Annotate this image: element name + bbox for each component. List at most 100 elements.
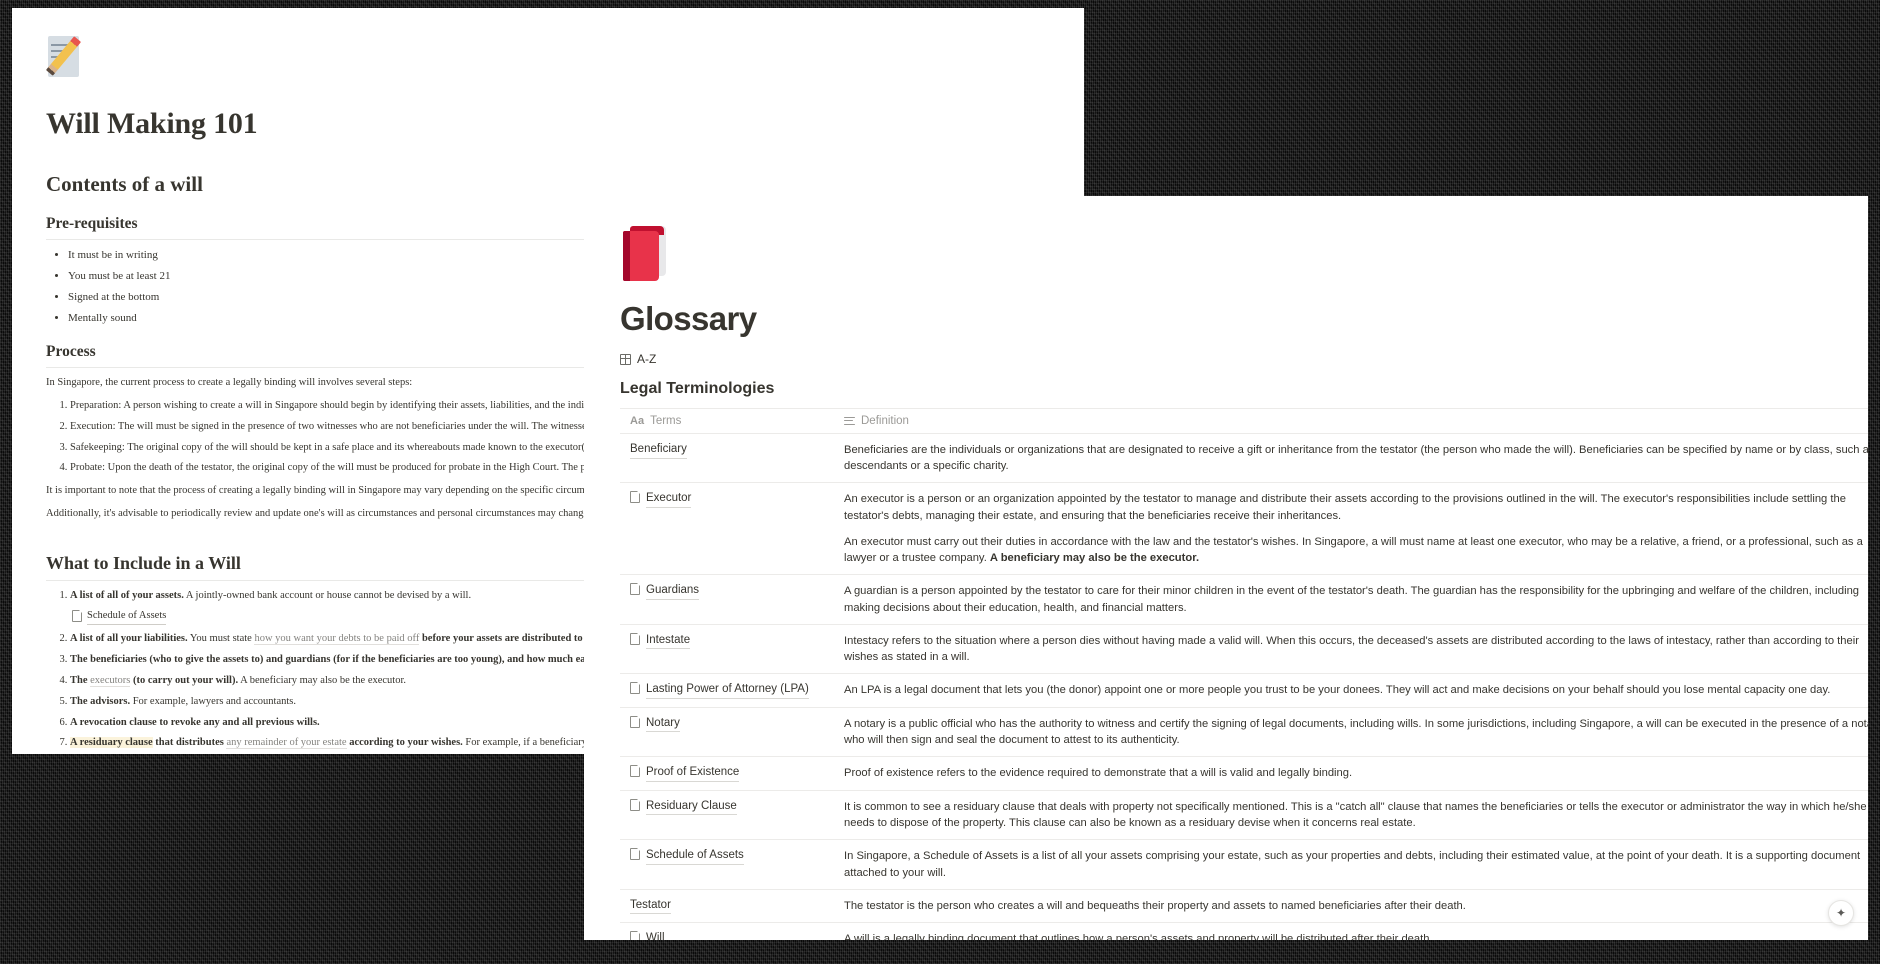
term-cell[interactable]: Proof of Existence [620, 756, 834, 791]
definition-paragraph: The testator is the person who creates a… [844, 899, 1466, 912]
page-icon [630, 715, 640, 728]
heading-contents-of-a-will: Contents of a will [46, 172, 203, 196]
term-label: Guardians [646, 583, 700, 600]
inline-link-debts[interactable]: how you want your debts to be paid off [254, 633, 420, 646]
item-highlight: A residuary clause [70, 737, 153, 749]
term-label: Notary [646, 716, 680, 733]
term-cell[interactable]: Notary [620, 707, 834, 758]
term-label: Lasting Power of Attorney (LPA) [646, 682, 809, 699]
glossary-table: Aa Terms Definition Beneficiary Benefici… [620, 408, 1868, 940]
closed-book-icon[interactable] [620, 222, 672, 281]
term-cell[interactable]: Guardians [620, 574, 834, 625]
term-cell[interactable]: Residuary Clause [620, 790, 834, 841]
table-row[interactable]: Guardians A guardian is a person appoint… [620, 574, 1868, 625]
definition-cell[interactable]: A guardian is a person appointed by the … [834, 574, 1868, 625]
definition-paragraph: Proof of existence refers to the evidenc… [844, 767, 1353, 780]
lines-text-icon [844, 416, 855, 426]
table-row[interactable]: Beneficiary Beneficiaries are the indivi… [620, 433, 1868, 484]
column-header-definition[interactable]: Definition [834, 408, 1868, 434]
table-row[interactable]: Schedule of Assets In Singapore, a Sched… [620, 839, 1868, 890]
sparkle-icon[interactable]: ✦ [1828, 900, 1854, 926]
memo-emoji[interactable] [45, 34, 92, 80]
item-bold-2: (to carry out your will). [130, 674, 239, 686]
inline-link-executors[interactable]: executors [90, 674, 131, 687]
definition-paragraph: A notary is a public official who has th… [844, 717, 1868, 747]
definition-cell[interactable]: Beneficiaries are the individuals or org… [834, 433, 1868, 484]
item-bold-lead: A list of all your liabilities. [70, 633, 188, 645]
term-label: Schedule of Assets [646, 848, 744, 865]
breadcrumb[interactable]: A-Z [620, 352, 1868, 366]
grid-table-icon [620, 353, 631, 365]
item-rest: A jointly-owned bank account or house ca… [183, 589, 472, 601]
table-row[interactable]: Testator The testator is the person who … [620, 889, 1868, 924]
definition-cell[interactable]: An LPA is a legal document that lets you… [834, 673, 1868, 708]
table-row[interactable]: Intestate Intestacy refers to the situat… [620, 624, 1868, 675]
term-cell[interactable]: Schedule of Assets [620, 839, 834, 890]
page-icon [630, 765, 640, 778]
column-header-definition-label: Definition [861, 415, 909, 427]
term-cell[interactable]: Executor [620, 482, 834, 576]
definition-paragraph: It is common to see a residuary clause t… [844, 800, 1867, 830]
term-label: Proof of Existence [646, 765, 740, 782]
definition-paragraph: In Singapore, a Schedule of Assets is a … [844, 850, 1861, 879]
table-body: Beneficiary Beneficiaries are the indivi… [620, 433, 1868, 940]
glossary-window[interactable]: Glossary A-Z Legal Terminologies Aa Term… [584, 196, 1868, 940]
table-row[interactable]: Proof of Existence Proof of existence re… [620, 756, 1868, 791]
definition-paragraph-2: An executor must carry out their duties … [844, 534, 1868, 566]
table-row[interactable]: Will A will is a legally binding documen… [620, 922, 1868, 940]
item-rest: For example, lawyers and accountants. [130, 695, 296, 707]
definition-paragraph: Intestacy refers to the situation where … [844, 634, 1859, 664]
term-label: Executor [646, 491, 692, 508]
column-header-terms[interactable]: Aa Terms [620, 408, 834, 434]
table-row[interactable]: Notary A notary is a public official who… [620, 707, 1868, 758]
definition-paragraph: A guardian is a person appointed by the … [844, 585, 1860, 614]
definition-paragraph: An LPA is a legal document that lets you… [844, 684, 1831, 697]
item-bold-lead: A revocation clause to revoke any and al… [70, 716, 320, 728]
definition-bold-tail: A beneficiary may also be the executor. [989, 552, 1200, 565]
term-cell[interactable]: Will [620, 922, 834, 940]
page-icon [630, 491, 640, 504]
glossary-title: Glossary [620, 300, 757, 337]
table-header: Aa Terms Definition [620, 408, 1868, 434]
page-icon [630, 931, 640, 940]
item-bold-lead: that distributes [152, 737, 227, 749]
book-spine-shape [623, 231, 630, 281]
page-icon [630, 848, 640, 861]
page-title: Will Making 101 [46, 107, 258, 140]
definition-paragraph: An executor is a person or an organizati… [844, 493, 1846, 522]
breadcrumb-label: A-Z [637, 352, 657, 366]
table-row[interactable]: Residuary Clause It is common to see a r… [620, 790, 1868, 841]
document-icon [72, 610, 82, 623]
page-icon [630, 632, 640, 645]
term-cell[interactable]: Beneficiary [620, 433, 834, 484]
term-label: Residuary Clause [646, 799, 737, 816]
term-label: Beneficiary [630, 442, 687, 459]
term-cell[interactable]: Lasting Power of Attorney (LPA) [620, 673, 834, 708]
item-bold-2: according to your wishes. [346, 737, 463, 749]
definition-cell[interactable]: Proof of existence refers to the evidenc… [834, 756, 1868, 791]
definition-cell[interactable]: The testator is the person who creates a… [834, 889, 1868, 924]
definition-cell[interactable]: Intestacy refers to the situation where … [834, 624, 1868, 675]
definition-cell[interactable]: A will is a legally binding document tha… [834, 922, 1868, 940]
definition-cell[interactable]: An executor is a person or an organizati… [834, 482, 1868, 576]
table-row[interactable]: Executor An executor is a person or an o… [620, 482, 1868, 576]
definition-cell[interactable]: It is common to see a residuary clause t… [834, 790, 1868, 841]
table-header-row: Aa Terms Definition [620, 408, 1868, 434]
item-bold-lead: The beneficiaries (who to give the asset… [70, 654, 610, 666]
page-icon [630, 583, 640, 596]
term-label: Testator [630, 898, 671, 915]
term-label: Intestate [646, 633, 691, 650]
page-icon [630, 798, 640, 811]
definition-cell[interactable]: A notary is a public official who has th… [834, 707, 1868, 758]
item-bold-lead: The advisors. [70, 695, 131, 707]
item-bold-lead: A list of all of your assets. [70, 589, 184, 601]
inline-link-remainder[interactable]: any remainder of your estate [226, 737, 347, 750]
table-row[interactable]: Lasting Power of Attorney (LPA) An LPA i… [620, 673, 1868, 708]
term-cell[interactable]: Intestate [620, 624, 834, 675]
definition-paragraph: Beneficiaries are the individuals or org… [844, 444, 1868, 473]
page-icon [630, 682, 640, 695]
subpage-label: Schedule of Assets [87, 608, 167, 626]
definition-cell[interactable]: In Singapore, a Schedule of Assets is a … [834, 839, 1868, 890]
term-cell[interactable]: Testator [620, 889, 834, 924]
definition-paragraph: A will is a legally binding document tha… [844, 933, 1433, 940]
